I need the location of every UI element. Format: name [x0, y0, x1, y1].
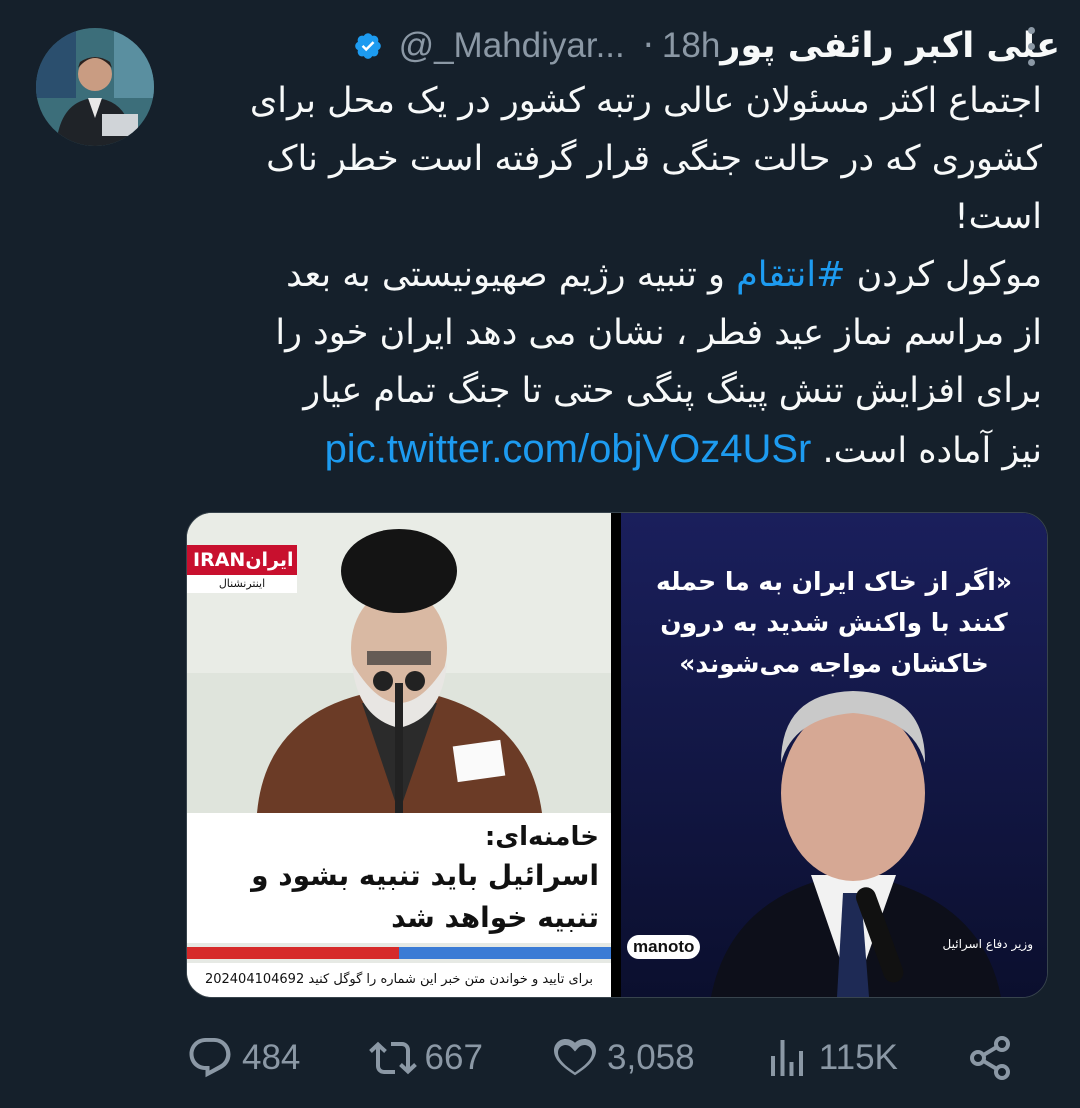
header-meta: @_Mahdiyar... · 18h	[345, 26, 720, 66]
media-image-left[interactable]: IRANایران اینترنشنال خامنه‌ای: اسرائیل ب…	[187, 513, 611, 997]
reply-count: 484	[242, 1038, 301, 1077]
caption-red-bar	[187, 947, 399, 959]
minister-quote: «اگر از خاک ایران به ما حمله کنند با واک…	[621, 561, 1047, 684]
media-image-right[interactable]: «اگر از خاک ایران به ما حمله کنند با واک…	[621, 513, 1047, 997]
tweet-actions: 484 667 3,058 115K	[186, 1030, 1022, 1086]
tweet-text: اجتماع اکثر مسئولان عالی رتبه کشور در یک…	[192, 72, 1042, 480]
retweet-count: 667	[424, 1038, 483, 1077]
text-line: از مراسم نماز عید فطر ، نشان می دهد ایرا…	[275, 313, 1042, 353]
like-icon	[554, 1039, 597, 1076]
like-count: 3,058	[607, 1038, 695, 1077]
verify-text: برای تایید و خواندن متن خبر این شماره را…	[187, 963, 611, 997]
media-link[interactable]: pic.twitter.com/objVOz4USr	[325, 427, 812, 471]
like-button[interactable]: 3,058	[551, 1034, 695, 1082]
minister-label: وزیر دفاع اسرائیل	[942, 937, 1033, 951]
author-name[interactable]: علی اکبر رائفی پور	[720, 26, 1060, 66]
quote-line-2: کنند با واکنش شدید به درون	[660, 608, 1008, 637]
iran-international-logo: IRANایران اینترنشنال	[187, 545, 297, 603]
views-count: 115K	[818, 1038, 898, 1077]
quote-line-1: «اگر از خاک ایران به ما حمله	[656, 567, 1012, 596]
text-line: برای افزایش تنش پینگ پنگی حتی تا جنگ تما…	[303, 371, 1042, 411]
caption-quote-1: اسرائیل باید تنبیه بشود و	[251, 859, 599, 892]
more-icon[interactable]	[1020, 22, 1042, 70]
text-line-last: نیز آماده است. pic.twitter.com/objVOz4US…	[192, 420, 1042, 480]
text-fragment: و تنبیه رژیم صهیونیستی به بعد	[286, 255, 737, 295]
reply-icon	[189, 1038, 231, 1078]
caption-blue-bar	[399, 947, 611, 959]
text-line: اجتماع اکثر مسئولان عالی رتبه کشور در یک…	[249, 81, 1042, 121]
logo-sub: اینترنشنال	[187, 575, 297, 593]
separator-dot: ·	[642, 26, 654, 66]
news-caption: خامنه‌ای: اسرائیل باید تنبیه بشود و تنبی…	[187, 813, 611, 943]
retweet-icon	[368, 1041, 417, 1075]
text-fragment: نیز آماده است.	[822, 431, 1042, 471]
tweet-header: علی اکبر رائفی پور @_Mahdiyar... · 18h	[190, 18, 1060, 74]
tweet-time[interactable]: 18h	[662, 26, 720, 66]
views-icon	[770, 1040, 803, 1076]
quote-line-3: خاکشان مواجه می‌شوند»	[679, 649, 989, 678]
author-avatar[interactable]	[36, 28, 154, 146]
text-line: است!	[954, 197, 1042, 237]
caption-quote-2: تنبیه خواهد شد	[391, 901, 599, 934]
avatar-image	[36, 28, 154, 146]
retweet-button[interactable]: 667	[368, 1034, 483, 1082]
share-icon	[970, 1036, 1010, 1080]
logo-farsi: ایران	[245, 549, 294, 571]
media-grid: IRANایران اینترنشنال خامنه‌ای: اسرائیل ب…	[186, 512, 1048, 998]
caption-speaker: خامنه‌ای:	[484, 822, 599, 852]
views-button[interactable]: 115K	[763, 1034, 898, 1082]
hashtag-link[interactable]: #انتقام	[736, 255, 845, 295]
manoto-logo: manoto	[627, 935, 701, 959]
text-fragment: موکول کردن	[845, 255, 1042, 295]
reply-button[interactable]: 484	[186, 1034, 300, 1082]
text-line: کشوری که در حالت جنگی قرار گرفته است خطر…	[266, 139, 1042, 179]
verified-badge-icon	[353, 31, 383, 61]
logo-latin: IRAN	[193, 549, 246, 571]
share-button[interactable]	[966, 1034, 1022, 1082]
author-handle[interactable]: @_Mahdiyar...	[399, 26, 625, 66]
text-line-hashtag: موکول کردن #انتقام و تنبیه رژیم صهیونیست…	[192, 246, 1042, 304]
